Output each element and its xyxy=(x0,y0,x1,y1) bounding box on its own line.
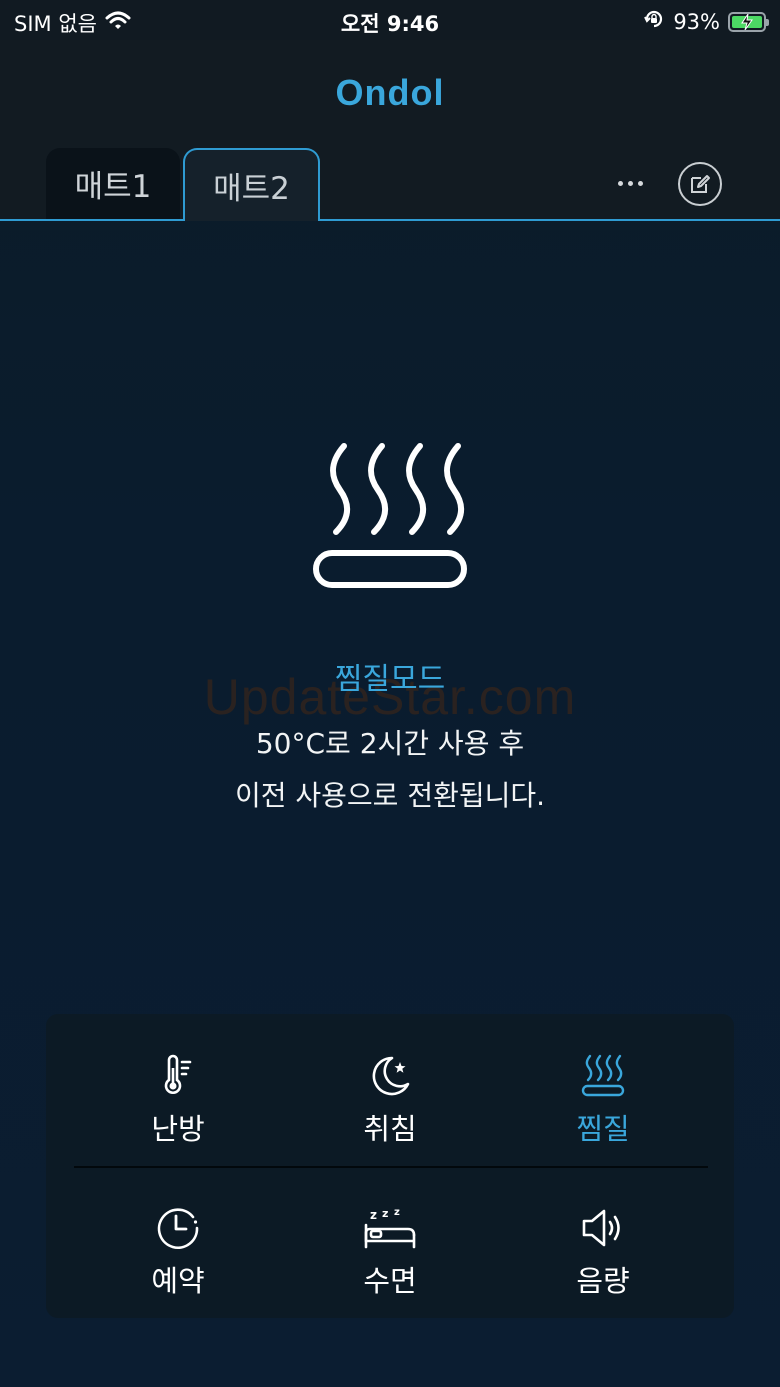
mode-title: 찜질모드 xyxy=(334,662,446,697)
sleep-bed-icon: z z z xyxy=(364,1207,416,1249)
svg-text:z: z xyxy=(394,1207,400,1218)
status-bar: SIM 없음 오전 9:46 93% xyxy=(0,0,780,40)
rotation-lock-icon xyxy=(643,8,665,35)
edit-icon xyxy=(691,175,710,193)
steam-mode-icon xyxy=(313,443,467,588)
thermometer-icon xyxy=(164,1054,192,1094)
volume-label: 음량 xyxy=(576,1264,630,1298)
heating-label: 난방 xyxy=(151,1112,205,1146)
sleep-label: 수면 xyxy=(363,1264,417,1298)
mode-description-line1: 50°C로 2시간 사용 후 xyxy=(255,727,525,760)
clock-icon xyxy=(157,1208,199,1249)
mode-description-line2: 이전 사용으로 전환됩니다. xyxy=(234,779,546,812)
heating-button[interactable]: 난방 xyxy=(78,1052,278,1172)
control-panel: 난방 취침 찜질 예약 z z z 수면 음량 xyxy=(46,1014,734,1318)
steam-label: 찜질 xyxy=(576,1112,630,1146)
svg-text:z: z xyxy=(382,1207,388,1220)
bedtime-label: 취침 xyxy=(363,1112,417,1146)
carrier-label: SIM 없음 xyxy=(14,12,97,36)
tab-mat2[interactable]: 매트2 xyxy=(183,148,320,221)
app-logo: Ondol xyxy=(335,72,445,113)
battery-charging-icon xyxy=(728,11,769,32)
steam-icon xyxy=(581,1054,625,1097)
volume-button[interactable]: 음량 xyxy=(503,1204,703,1324)
reservation-button[interactable]: 예약 xyxy=(78,1204,278,1324)
reservation-label: 예약 xyxy=(151,1264,205,1298)
svg-text:z: z xyxy=(370,1208,377,1222)
bedtime-button[interactable]: 취침 xyxy=(290,1052,490,1172)
steam-button[interactable]: 찜질 xyxy=(503,1052,703,1172)
edit-button[interactable] xyxy=(678,162,722,206)
more-options-button[interactable] xyxy=(610,168,650,198)
battery-percent: 93% xyxy=(673,9,720,34)
speaker-icon xyxy=(582,1209,620,1247)
sleep-button[interactable]: z z z 수면 xyxy=(290,1204,490,1324)
moon-star-icon xyxy=(372,1056,410,1096)
more-dots-icon xyxy=(617,180,623,186)
wifi-icon xyxy=(105,11,131,36)
tab-mat1[interactable]: 매트1 xyxy=(46,148,180,221)
app-header: Ondol 매트1 매트2 xyxy=(0,40,780,221)
